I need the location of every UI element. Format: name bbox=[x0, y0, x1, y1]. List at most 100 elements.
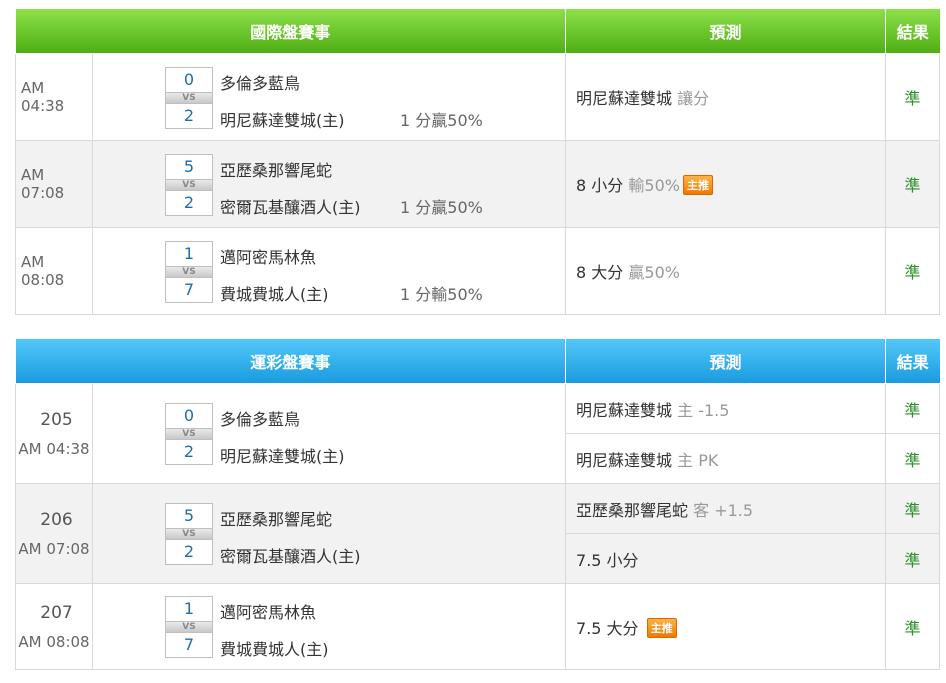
away-team: 亞歷桑那響尾蛇 bbox=[220, 161, 333, 180]
prediction-detail: 讓分 bbox=[677, 89, 710, 108]
handicap-line: 1 分贏50% bbox=[400, 198, 483, 217]
game-time: AM 07:08 bbox=[18, 539, 90, 558]
prediction-detail: 主 PK bbox=[677, 450, 719, 470]
game-number: 207 bbox=[40, 602, 73, 623]
score-box: 0 VS 2 bbox=[165, 67, 213, 129]
sport-row: 207 AM 08:08 1 VS 7 邁阿密馬林魚 費城費城人(主) 7.5 … bbox=[15, 583, 941, 670]
handicap-line: 1 分輸50% bbox=[400, 285, 483, 304]
away-team: 多倫多藍鳥 bbox=[220, 74, 301, 93]
sport-result-header: 結果 bbox=[885, 339, 940, 384]
prediction-detail: 主 -1.5 bbox=[677, 400, 730, 420]
home-team: 明尼蘇達雙城(主) bbox=[220, 111, 345, 130]
matchup: 5 VS 2 亞歷桑那響尾蛇 密爾瓦基釀酒人(主) 1 分贏50% bbox=[91, 140, 567, 228]
game-number-time: 205 AM 04:38 bbox=[15, 383, 93, 484]
sport-title: 運彩盤賽事 bbox=[15, 339, 567, 384]
intl-prediction-header: 預測 bbox=[565, 9, 887, 54]
score-box: 5 VS 2 bbox=[165, 503, 213, 565]
away-team: 亞歷桑那響尾蛇 bbox=[220, 510, 333, 529]
result: 準 bbox=[885, 383, 941, 434]
game-number-time: 206 AM 07:08 bbox=[15, 483, 93, 584]
sport-lottery-table: 運彩盤賽事 預測 結果 205 AM 04:38 0 VS 2 多倫多藍鳥 明尼… bbox=[15, 339, 941, 670]
intl-title: 國際盤賽事 bbox=[15, 9, 567, 54]
prediction: 8 小分 輸50% 主推 bbox=[565, 140, 887, 228]
home-score: 7 bbox=[165, 277, 213, 303]
home-team: 費城費城人(主) bbox=[220, 285, 329, 304]
vs-label: VS bbox=[165, 93, 213, 103]
prediction: 明尼蘇達雙城 主 PK bbox=[565, 433, 887, 484]
featured-badge: 主推 bbox=[682, 175, 713, 195]
prediction: 亞歷桑那響尾蛇 客 +1.5 bbox=[565, 483, 887, 534]
intl-row: AM 07:08 5 VS 2 亞歷桑那響尾蛇 密爾瓦基釀酒人(主) 1 分贏5… bbox=[15, 140, 941, 228]
game-time: AM 08:08 bbox=[18, 632, 90, 651]
prediction-pick: 明尼蘇達雙城 bbox=[576, 400, 673, 420]
prediction: 明尼蘇達雙城 主 -1.5 bbox=[565, 383, 887, 434]
intl-row: AM 04:38 0 VS 2 多倫多藍鳥 明尼蘇達雙城(主) 1 分贏50% … bbox=[15, 53, 941, 141]
featured-badge: 主推 bbox=[646, 617, 677, 638]
prediction-pick: 明尼蘇達雙城 bbox=[576, 450, 673, 470]
score-box: 1 VS 7 bbox=[165, 596, 213, 658]
matchup: 0 VS 2 多倫多藍鳥 明尼蘇達雙城(主) 1 分贏50% bbox=[91, 53, 567, 141]
away-score: 5 bbox=[165, 503, 213, 529]
matchup: 1 VS 7 邁阿密馬林魚 費城費城人(主) bbox=[91, 583, 567, 670]
intl-result-header: 結果 bbox=[885, 9, 940, 54]
home-team: 密爾瓦基釀酒人(主) bbox=[220, 198, 361, 217]
vs-label: VS bbox=[165, 529, 213, 539]
vs-label: VS bbox=[165, 429, 213, 439]
prediction-pick: 7.5 大分 bbox=[576, 618, 639, 638]
prediction: 7.5 大分 主推 bbox=[565, 583, 887, 670]
score-box: 5 VS 2 bbox=[165, 154, 213, 216]
result: 準 bbox=[885, 53, 941, 141]
home-team: 費城費城人(主) bbox=[220, 640, 329, 659]
vs-label: VS bbox=[165, 180, 213, 190]
prediction-pick: 8 大分 bbox=[576, 263, 624, 282]
home-score: 2 bbox=[165, 103, 213, 129]
prediction-detail: 贏50% bbox=[628, 263, 680, 282]
prediction-pick: 8 小分 bbox=[576, 176, 624, 195]
prediction: 明尼蘇達雙城 讓分 bbox=[565, 53, 887, 141]
prediction: 8 大分 贏50% bbox=[565, 227, 887, 315]
game-number: 206 bbox=[40, 509, 73, 530]
away-team: 邁阿密馬林魚 bbox=[220, 603, 317, 622]
home-score: 2 bbox=[165, 539, 213, 565]
handicap-line: 1 分贏50% bbox=[400, 111, 483, 130]
home-score: 2 bbox=[165, 439, 213, 465]
result: 準 bbox=[885, 433, 941, 484]
matchup: 5 VS 2 亞歷桑那響尾蛇 密爾瓦基釀酒人(主) bbox=[91, 483, 567, 584]
game-time: AM 04:38 bbox=[18, 439, 90, 458]
home-score: 2 bbox=[165, 190, 213, 216]
game-number: 205 bbox=[40, 409, 73, 430]
game-time: AM 07:08 bbox=[15, 140, 93, 228]
away-team: 多倫多藍鳥 bbox=[220, 410, 301, 429]
intl-games-table: 國際盤賽事 預測 結果 AM 04:38 0 VS 2 多倫多藍鳥 明尼蘇達雙城… bbox=[15, 9, 941, 315]
prediction-pick: 亞歷桑那響尾蛇 bbox=[576, 500, 689, 520]
prediction: 7.5 小分 bbox=[565, 533, 887, 584]
away-score: 5 bbox=[165, 154, 213, 180]
sport-row: 206 AM 07:08 5 VS 2 亞歷桑那響尾蛇 密爾瓦基釀酒人(主) 亞… bbox=[15, 483, 941, 584]
away-score: 1 bbox=[165, 241, 213, 267]
score-box: 0 VS 2 bbox=[165, 403, 213, 465]
prediction-detail: 客 +1.5 bbox=[693, 500, 754, 520]
sport-row: 205 AM 04:38 0 VS 2 多倫多藍鳥 明尼蘇達雙城(主) 明尼蘇達… bbox=[15, 383, 941, 484]
prediction-pick: 明尼蘇達雙城 bbox=[576, 89, 673, 108]
prediction-detail: 輸50% bbox=[628, 176, 680, 195]
matchup: 1 VS 7 邁阿密馬林魚 費城費城人(主) 1 分輸50% bbox=[91, 227, 567, 315]
home-score: 7 bbox=[165, 632, 213, 658]
result: 準 bbox=[885, 583, 941, 670]
game-time: AM 08:08 bbox=[15, 227, 93, 315]
away-team: 邁阿密馬林魚 bbox=[220, 248, 317, 267]
game-number-time: 207 AM 08:08 bbox=[15, 583, 93, 670]
away-score: 0 bbox=[165, 403, 213, 429]
sport-header-row: 運彩盤賽事 預測 結果 bbox=[15, 339, 940, 384]
result: 準 bbox=[885, 483, 941, 534]
result: 準 bbox=[885, 227, 941, 315]
away-score: 1 bbox=[165, 596, 213, 622]
home-team: 明尼蘇達雙城(主) bbox=[220, 447, 345, 466]
prediction-pick: 7.5 小分 bbox=[576, 550, 639, 570]
result: 準 bbox=[885, 533, 941, 584]
game-time: AM 04:38 bbox=[15, 53, 93, 141]
matchup: 0 VS 2 多倫多藍鳥 明尼蘇達雙城(主) bbox=[91, 383, 567, 484]
score-box: 1 VS 7 bbox=[165, 241, 213, 303]
away-score: 0 bbox=[165, 67, 213, 93]
intl-row: AM 08:08 1 VS 7 邁阿密馬林魚 費城費城人(主) 1 分輸50% … bbox=[15, 227, 941, 315]
result: 準 bbox=[885, 140, 941, 228]
